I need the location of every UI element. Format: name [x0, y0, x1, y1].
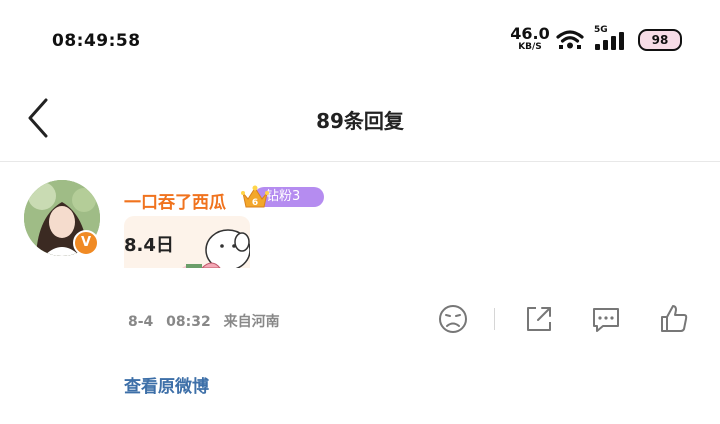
comment-date: 8-4 — [128, 314, 154, 330]
view-original-link[interactable]: 查看原微博 — [124, 372, 209, 397]
page-title: 89条回复 — [316, 109, 404, 133]
action-divider — [494, 308, 495, 330]
status-bar: 08:49:58 46.0 KB/S 5G 98 — [0, 0, 720, 80]
comment-time: 08:32 — [166, 314, 211, 330]
like-icon[interactable] — [657, 302, 691, 336]
nav-header: 89条回复 — [0, 80, 720, 162]
signal-icon: 5G — [594, 25, 630, 52]
username[interactable]: 一口吞了西瓜 — [124, 188, 226, 213]
fan-level: 6 — [252, 198, 258, 208]
crown-icon: 6 — [241, 185, 269, 208]
comment-meta: 8-4 08:32 来自河南 — [128, 311, 288, 331]
network-speed: 46.0 KB/S — [510, 26, 550, 52]
comment-text: 8.4日 — [124, 235, 174, 256]
comment-location: 来自河南 — [223, 314, 280, 330]
clock: 08:49:58 — [52, 31, 141, 51]
dislike-face-icon[interactable] — [436, 302, 470, 336]
network-speed-value: 46.0 — [510, 24, 550, 43]
network-speed-unit: KB/S — [518, 42, 542, 52]
share-icon[interactable] — [522, 302, 556, 336]
wifi-icon — [556, 30, 584, 49]
comment-icon[interactable] — [589, 302, 623, 336]
verified-badge: V — [73, 230, 99, 256]
battery-indicator: 98 — [638, 29, 682, 51]
fan-badge[interactable]: 钻粉3 6 — [240, 185, 326, 209]
